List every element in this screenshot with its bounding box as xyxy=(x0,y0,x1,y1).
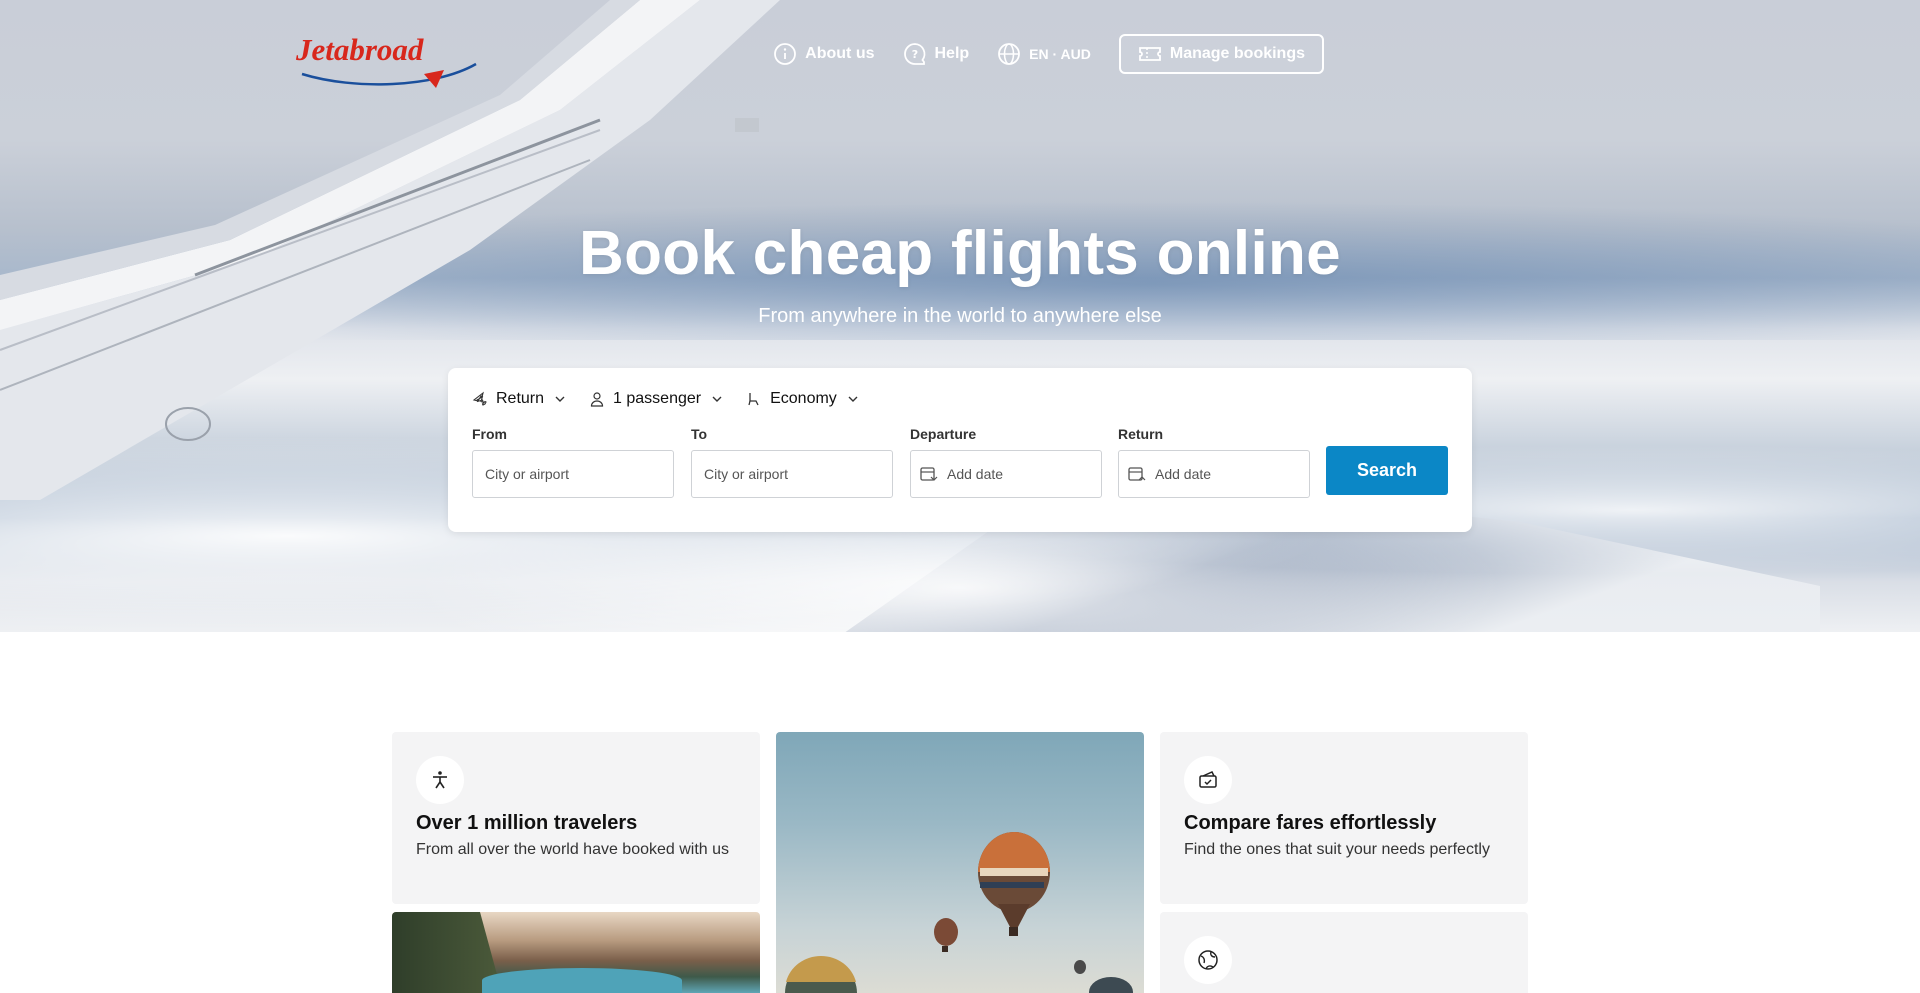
cabin-label: Economy xyxy=(770,390,837,407)
departure-calendar-icon xyxy=(919,464,939,484)
nav-help-label: Help xyxy=(934,45,970,62)
manage-bookings-label: Manage bookings xyxy=(1169,45,1305,62)
chevron-down-icon xyxy=(553,392,567,406)
return-label: Return xyxy=(1118,426,1164,442)
nav-lang-label: EN · AUD xyxy=(1029,46,1091,62)
person-icon xyxy=(589,391,605,407)
top-nav: About us ? Help EN · AUD Manage bookings xyxy=(745,34,1324,74)
flight-search-form: Return 1 passenger Economy From City or … xyxy=(448,368,1472,532)
departure-label: Departure xyxy=(910,426,977,442)
seat-icon xyxy=(746,391,762,407)
from-placeholder: City or airport xyxy=(485,466,570,482)
trip-type-label: Return xyxy=(496,390,545,407)
jetabroad-logo[interactable]: Jetabroad xyxy=(294,30,484,94)
nav-about-label: About us xyxy=(805,45,875,62)
return-placeholder: Add date xyxy=(1155,466,1212,482)
nav-about-us[interactable]: About us xyxy=(773,42,875,66)
feature-description: Find the ones that suit your needs perfe… xyxy=(1184,841,1490,858)
from-label: From xyxy=(472,426,507,442)
ticket-compare-icon xyxy=(1184,756,1232,804)
accessibility-person-icon xyxy=(416,756,464,804)
globe-icon xyxy=(997,42,1021,66)
page-subtitle: From anywhere in the world to anywhere e… xyxy=(758,305,1162,327)
help-chat-icon: ? xyxy=(903,42,927,66)
globe-icon xyxy=(1184,936,1232,984)
cabin-class-dropdown[interactable]: Economy xyxy=(746,390,860,408)
to-label: To xyxy=(691,426,708,442)
chevron-down-icon xyxy=(710,392,724,406)
departure-date-input[interactable]: Add date xyxy=(910,450,1102,498)
return-calendar-icon xyxy=(1127,464,1147,484)
from-input[interactable]: City or airport xyxy=(472,450,674,498)
search-button[interactable]: Search xyxy=(1326,446,1448,495)
passengers-label: 1 passenger xyxy=(613,390,702,407)
info-icon xyxy=(773,42,797,66)
to-input[interactable]: City or airport xyxy=(691,450,893,498)
svg-text:?: ? xyxy=(911,48,917,61)
to-placeholder: City or airport xyxy=(704,466,789,482)
ticket-icon xyxy=(1138,42,1162,66)
feature-title: Over 1 million travelers xyxy=(416,812,638,834)
feature-title: Compare fares effortlessly xyxy=(1184,812,1437,834)
feature-description: From all over the world have booked with… xyxy=(416,841,730,858)
search-options: Return 1 passenger Economy xyxy=(472,390,882,408)
departure-placeholder: Add date xyxy=(947,466,1004,482)
nav-help[interactable]: ? Help xyxy=(903,42,970,66)
nav-language-currency[interactable]: EN · AUD xyxy=(997,42,1091,66)
to-field: To City or airport xyxy=(691,426,893,498)
feature-card-compare: Compare fares effortlessly Find the ones… xyxy=(1160,732,1528,904)
passengers-dropdown[interactable]: 1 passenger xyxy=(589,390,724,408)
return-field: Return Add date xyxy=(1118,426,1310,498)
page-title: Book cheap flights online xyxy=(579,219,1341,288)
svg-text:Jetabroad: Jetabroad xyxy=(295,32,424,67)
return-date-input[interactable]: Add date xyxy=(1118,450,1310,498)
plane-icon xyxy=(472,391,488,407)
mountain-lake-image xyxy=(392,912,760,993)
manage-bookings-button[interactable]: Manage bookings xyxy=(1118,34,1324,74)
trip-type-dropdown[interactable]: Return xyxy=(472,390,567,408)
feature-card-travelers: Over 1 million travelers From all over t… xyxy=(392,732,760,904)
chevron-down-icon xyxy=(846,392,860,406)
feature-card-global xyxy=(1160,912,1528,993)
hot-air-balloons-image xyxy=(776,732,1144,993)
departure-field: Departure Add date xyxy=(910,426,1102,498)
from-field: From City or airport xyxy=(472,426,674,498)
